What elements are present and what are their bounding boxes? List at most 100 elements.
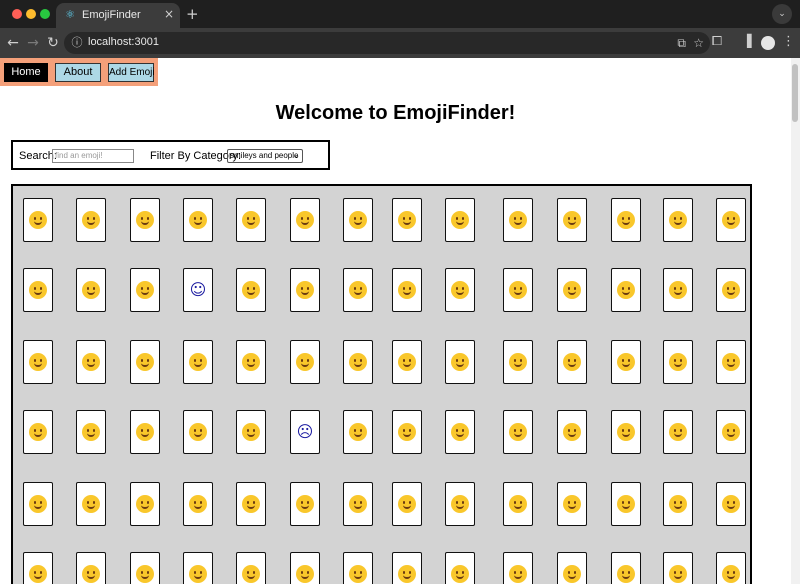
emoji-card-kissing[interactable]	[23, 268, 53, 312]
emoji-card-lying[interactable]	[716, 482, 746, 526]
emoji-card-confused[interactable]	[76, 410, 106, 454]
back-icon[interactable]: ←	[4, 34, 22, 52]
emoji-card-zipper-mouth[interactable]	[76, 340, 106, 384]
emoji-card-rage[interactable]	[445, 482, 475, 526]
close-tab-icon[interactable]: ×	[164, 7, 174, 21]
page-scrollbar[interactable]	[791, 58, 800, 584]
emoji-card-blush[interactable]	[503, 198, 533, 242]
emoji-card-squinting-tongue[interactable]	[557, 340, 587, 384]
emoji-card-fearful[interactable]	[76, 482, 106, 526]
emoji-card-drooling[interactable]	[611, 340, 641, 384]
emoji-card-kissing-closed-eyes[interactable]	[130, 268, 160, 312]
emoji-card-thermometer[interactable]	[130, 552, 160, 584]
emoji-card-sob[interactable]	[663, 410, 693, 454]
emoji-card-sweat[interactable]	[716, 340, 746, 384]
emoji-card-smile[interactable]	[290, 198, 320, 242]
emoji-card-persevere[interactable]	[663, 268, 693, 312]
emoji-card-anguished[interactable]	[23, 482, 53, 526]
emoji-card-hushed[interactable]	[130, 340, 160, 384]
menu-icon[interactable]: ⋮	[782, 34, 795, 52]
emoji-card-weary[interactable]	[130, 482, 160, 526]
emoji-card-face-10[interactable]	[290, 552, 320, 584]
search-input[interactable]: find an emoji!	[52, 149, 134, 163]
emoji-card-grinning[interactable]	[23, 198, 53, 242]
cast-icon[interactable]: ⧉	[677, 36, 686, 51]
emoji-card-worried[interactable]	[503, 410, 533, 454]
emoji-card-no-mouth[interactable]	[503, 268, 533, 312]
forward-icon[interactable]: →	[24, 34, 42, 52]
emoji-card-ogre[interactable]	[445, 552, 475, 584]
emoji-card-upside-down[interactable]	[130, 410, 160, 454]
emoji-card-frowning[interactable]	[716, 410, 746, 454]
emoji-card-tongue[interactable]	[445, 340, 475, 384]
url-text[interactable]: localhost:3001	[88, 36, 159, 48]
emoji-card-wink[interactable]	[445, 198, 475, 242]
emoji-card-laughing[interactable]	[392, 198, 422, 242]
scrollbar-thumb[interactable]	[792, 64, 798, 122]
info-icon[interactable]: ⓘ	[70, 36, 84, 50]
emoji-card-dizzy-face[interactable]	[392, 482, 422, 526]
emoji-card-clown[interactable]	[663, 482, 693, 526]
emoji-card-sneezing[interactable]	[76, 552, 106, 584]
emoji-card-nerd[interactable]	[392, 340, 422, 384]
emoji-card-innocent[interactable]	[557, 482, 587, 526]
emoji-card-pensive[interactable]	[23, 410, 53, 454]
star-icon[interactable]: ☆	[693, 36, 704, 50]
emoji-card-sleepy[interactable]	[183, 340, 213, 384]
emoji-card-unamused[interactable]	[663, 340, 693, 384]
emoji-card-kissing-heart[interactable]	[716, 198, 746, 242]
browser-tab[interactable]: ⚛ EmojiFinder ×	[56, 3, 180, 28]
emoji-card-tired[interactable]	[236, 340, 266, 384]
emoji-card-ghost[interactable]	[663, 552, 693, 584]
emoji-card-open-mouth[interactable]	[23, 340, 53, 384]
emoji-card-skull[interactable]	[557, 552, 587, 584]
emoji-card-winking-tongue[interactable]	[503, 340, 533, 384]
nav-home-link[interactable]: Home	[4, 63, 48, 82]
emoji-card-rofl[interactable]	[183, 198, 213, 242]
emoji-card-skull-crossbones[interactable]	[611, 552, 641, 584]
minimize-window-button[interactable]	[26, 9, 36, 19]
emoji-card-sleeping[interactable]	[290, 340, 320, 384]
emoji-card-smiling-imp[interactable]	[343, 552, 373, 584]
emoji-card-alien[interactable]	[716, 552, 746, 584]
emoji-card-relaxed[interactable]: ☺	[183, 268, 213, 312]
emoji-card-slight-frown[interactable]	[343, 410, 373, 454]
nav-add-emoji-link[interactable]: Add Emoji	[108, 63, 155, 82]
profile-icon[interactable]	[761, 36, 775, 50]
emoji-card-expressionless[interactable]	[445, 268, 475, 312]
emoji-card-cold-sweat[interactable]	[236, 482, 266, 526]
emoji-card-relieved[interactable]	[343, 340, 373, 384]
emoji-card-grimacing[interactable]	[183, 482, 213, 526]
emoji-card-angry[interactable]	[503, 482, 533, 526]
emoji-card-disappointed[interactable]	[445, 410, 475, 454]
reload-icon[interactable]: ↻	[44, 34, 62, 52]
emoji-card-cry[interactable]	[611, 410, 641, 454]
emoji-card-goblin[interactable]	[503, 552, 533, 584]
extensions-icon[interactable]: ⧠	[708, 34, 726, 52]
emoji-card-flushed[interactable]	[343, 482, 373, 526]
emoji-card-grin[interactable]	[76, 198, 106, 242]
side-panel-icon[interactable]: ▐	[738, 34, 756, 52]
address-bar[interactable]: ⓘ localhost:3001 ⧉ ☆	[64, 32, 710, 54]
emoji-card-yum[interactable]	[557, 198, 587, 242]
emoji-card-smirk[interactable]	[611, 268, 641, 312]
emoji-card-sunglasses[interactable]	[611, 198, 641, 242]
emoji-card-scream[interactable]	[290, 482, 320, 526]
emoji-card-thinking[interactable]	[343, 268, 373, 312]
emoji-card-frowning2[interactable]: ☹	[290, 410, 320, 454]
emoji-card-confounded[interactable]	[392, 410, 422, 454]
new-tab-button[interactable]: +	[186, 5, 199, 23]
emoji-card-hugging[interactable]	[290, 268, 320, 312]
emoji-card-slight-smile[interactable]	[236, 268, 266, 312]
emoji-card-triumph[interactable]	[557, 410, 587, 454]
emoji-card-face-9[interactable]	[236, 552, 266, 584]
emoji-card-imp[interactable]	[392, 552, 422, 584]
tab-search-icon[interactable]: ⌄	[772, 4, 792, 24]
category-select[interactable]: smileys and people ⌄	[227, 149, 303, 163]
emoji-card-mask[interactable]	[23, 552, 53, 584]
emoji-card-joy[interactable]	[130, 198, 160, 242]
nav-about-link[interactable]: About	[55, 63, 101, 82]
emoji-card-heart-eyes[interactable]	[663, 198, 693, 242]
emoji-card-cowboy[interactable]	[611, 482, 641, 526]
emoji-card-astonished[interactable]	[236, 410, 266, 454]
